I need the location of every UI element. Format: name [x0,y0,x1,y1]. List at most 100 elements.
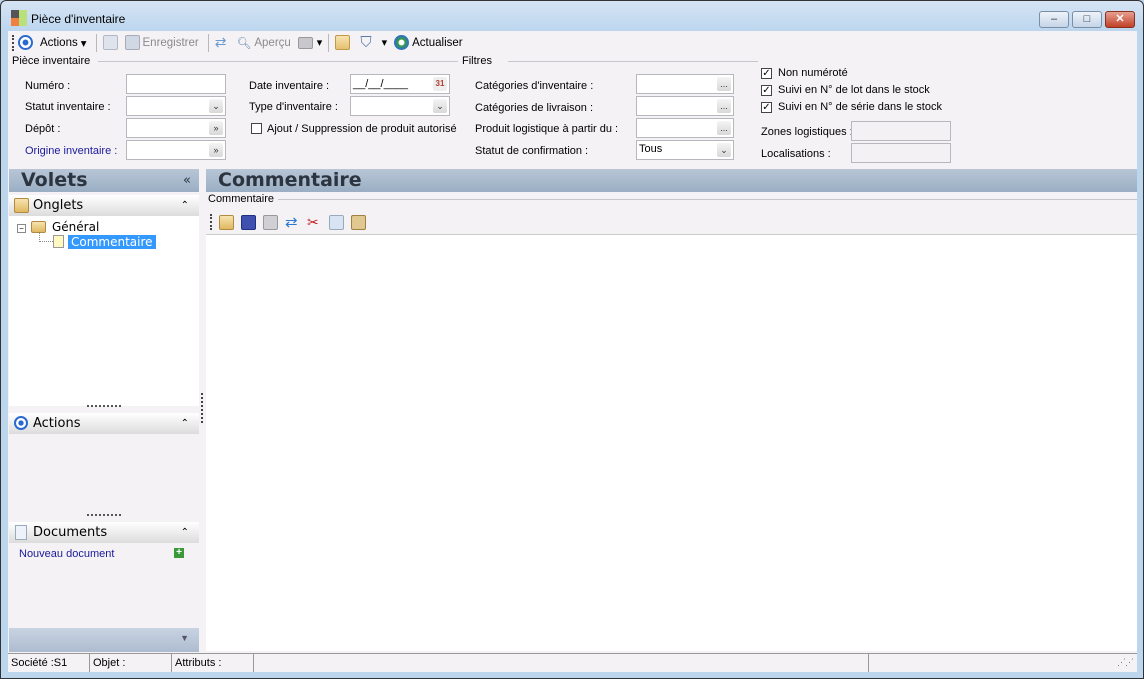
group-divider [98,61,458,62]
expand-down-icon[interactable]: ▼ [180,633,189,643]
zones-label: Zones logistiques : [761,126,853,138]
produit-input[interactable]: ... [636,118,734,138]
filter-icon[interactable]: ⛉ [360,34,371,51]
add-icon[interactable]: + [174,548,184,558]
origine-link[interactable]: Origine inventaire : [25,145,117,157]
chevron-down-icon: ⌄ [717,143,731,157]
toolbar-grip[interactable] [210,214,212,230]
tree-collapse-icon[interactable]: − [17,224,26,233]
refresh-icon[interactable]: ⇄ [215,35,230,50]
localisations-input[interactable] [851,143,951,163]
document-preview-icon[interactable] [102,35,118,50]
statut-conf-select[interactable]: Tous ⌄ [636,140,734,160]
depot-label: Dépôt : [25,123,61,135]
save-label: Enregistrer [142,36,199,49]
cat-liv-input[interactable]: ... [636,96,734,116]
minimize-button[interactable]: – [1039,11,1069,28]
splitter-handle[interactable] [87,405,121,407]
ellipsis-button[interactable]: ... [717,99,731,113]
volets-header: Volets « [9,169,199,192]
numero-label: Numéro : [25,80,71,92]
collapse-section-icon[interactable]: ⌃ [181,413,189,434]
tree-item-general[interactable]: Général [52,220,99,234]
toolbar-grip[interactable] [12,34,14,51]
group-divider [508,61,758,62]
actions-section-header[interactable]: Actions ⌃ [9,413,199,434]
piece-group-label: Pièce inventaire [12,55,95,67]
documents-section-header[interactable]: Documents ⌃ [9,522,199,543]
vertical-splitter[interactable] [201,393,203,423]
actions-section-label: Actions [33,416,81,431]
origine-select[interactable]: » [126,140,226,160]
status-bar: Société :S1 Objet : Attributs : ⋰⋰ [8,653,1137,672]
separator [328,33,330,52]
actions-menu-button[interactable]: Actions ▾ [37,36,90,50]
tree-item-commentaire[interactable]: Commentaire [68,235,156,249]
save-icon [124,35,140,50]
status-objet: Objet : [90,654,172,672]
zones-input[interactable] [851,121,951,141]
type-label: Type d'inventaire : [249,101,338,113]
status-panel [254,654,869,672]
cut-icon[interactable]: ✂ [307,214,322,230]
filter-dropdown-icon[interactable]: ▾ [382,36,388,49]
collapse-section-icon[interactable]: ⌃ [181,522,189,543]
maximize-button[interactable]: □ [1072,11,1102,28]
copy-icon[interactable] [329,214,344,230]
comment-editor[interactable] [206,234,1137,651]
target-icon [18,35,33,50]
preview-button[interactable]: 🔍︎ Aperçu [234,36,294,50]
main-header: Commentaire [206,169,1137,192]
filtres-group-label: Filtres [462,55,496,67]
double-chevron-down-icon: » [209,121,223,135]
ellipsis-button[interactable]: ... [717,121,731,135]
date-label: Date inventaire : [249,80,330,92]
close-button[interactable]: ✕ [1105,11,1135,28]
folder-icon [14,198,29,213]
onglets-label: Onglets [33,198,84,213]
suivi-serie-checkbox[interactable]: ✓ [761,102,772,113]
save-icon[interactable] [241,214,256,230]
document-icon [15,525,27,540]
folder-icon[interactable] [335,35,351,50]
refresh-label: Actualiser [412,36,463,49]
date-input[interactable]: __/__/____ 31 [350,74,450,94]
statut-label: Statut inventaire : [25,101,111,113]
ajout-label: Ajout / Suppression de produit autorisé [267,123,457,135]
non-numerote-checkbox[interactable]: ✓ [761,68,772,79]
commentaire-group-label: Commentaire [208,193,279,205]
app-icon [11,10,27,26]
ajout-checkbox[interactable] [251,123,262,134]
paste-icon[interactable] [351,214,366,230]
cat-inv-input[interactable]: ... [636,74,734,94]
statut-select[interactable]: ⌄ [126,96,226,116]
window-title: Pièce d'inventaire [31,12,126,26]
type-select[interactable]: ⌄ [350,96,450,116]
magnifier-icon: 🔍︎ [236,37,252,50]
nouveau-document-link[interactable]: Nouveau document [19,548,114,560]
collapse-panel-icon[interactable]: « [183,169,191,192]
open-folder-icon[interactable] [219,214,234,230]
onglets-section-header[interactable]: Onglets ⌃ [9,195,199,216]
print-dropdown-icon[interactable]: ▾ [317,36,323,49]
suivi-lot-checkbox[interactable]: ✓ [761,85,772,96]
client-area: Actions ▾ Enregistrer ⇄ 🔍︎ Aperçu ▾ ⛉ ▾ Ac… [8,31,1137,672]
numero-input[interactable] [126,74,226,94]
ellipsis-button[interactable]: ... [717,77,731,91]
save-button[interactable]: Enregistrer [122,35,202,50]
statut-conf-value: Tous [639,143,663,155]
calendar-icon[interactable]: 31 [433,77,447,91]
printer-icon[interactable] [297,36,313,49]
resize-grip-icon[interactable]: ⋰⋰ [1117,657,1134,668]
chevron-down-icon: ⌄ [209,99,223,113]
splitter-handle[interactable] [87,514,121,516]
depot-select[interactable]: » [126,118,226,138]
print-icon[interactable] [263,214,278,230]
refresh-icon[interactable]: ⇄ [285,215,300,230]
target-icon [14,416,28,430]
refresh-button[interactable]: Actualiser [391,35,466,50]
collapse-section-icon[interactable]: ⌃ [181,195,189,216]
separator [95,33,97,52]
group-divider [270,199,1137,200]
suivi-serie-label: Suivi en N° de série dans le stock [778,101,942,113]
